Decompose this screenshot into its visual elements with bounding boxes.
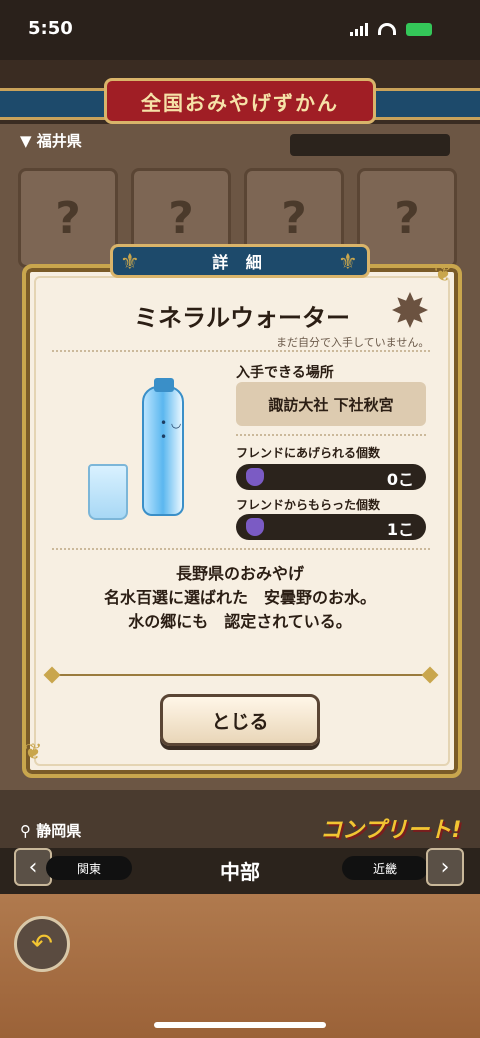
corner-ornament-icon: ❦: [434, 262, 453, 287]
give-count-label: フレンドにあげられる個数: [236, 446, 381, 460]
item-description: 長野県のおみやげ 名水百選に選ばれた 安曇野のお水。 水の郷にも 認定されている…: [40, 562, 440, 634]
description-line: 長野県のおみやげ: [175, 564, 304, 583]
page-title: 全国おみやげずかん: [104, 78, 376, 124]
complete-label: コンプリート!: [320, 818, 462, 843]
place-value: 諏訪大社 下社秋宮: [236, 382, 426, 426]
item-name: ミネラルウォーター: [134, 304, 350, 332]
dotted-divider: [52, 548, 430, 550]
water-glass-icon: [88, 464, 128, 520]
battery-icon: [406, 22, 432, 36]
mineral-water-image: • ◡ •: [88, 378, 192, 522]
chevron-left-icon: ‹: [28, 854, 38, 880]
obtained-count-box: [290, 134, 450, 156]
give-count-value: 0こ: [386, 470, 414, 489]
wifi-icon: [378, 23, 396, 35]
received-count-label: フレンドからもらった個数: [236, 498, 381, 512]
chevron-right-icon: ›: [440, 854, 450, 880]
description-line: 名水百選に選ばれた 安曇野のお水。: [103, 588, 376, 607]
home-indicator[interactable]: [154, 1022, 326, 1028]
dotted-divider: [52, 350, 430, 352]
cellular-signal-icon: [350, 22, 368, 36]
dotted-divider: [236, 434, 426, 436]
description-line: 水の郷にも 認定されている。: [128, 612, 352, 631]
fleur-ornament-icon: ⚜: [338, 250, 358, 275]
prefecture-label-top: ▼ 福井県: [20, 132, 82, 150]
pouch-icon: [246, 468, 264, 486]
current-region-label: 中部: [220, 859, 260, 884]
pouch-icon: [246, 518, 264, 536]
fleur-ornament-icon: ⚜: [120, 250, 140, 275]
footer: [0, 894, 480, 1038]
prefecture-label-bottom: ⚲ 静岡県: [20, 822, 82, 840]
return-arrow-icon: ↶: [31, 929, 53, 959]
close-button[interactable]: とじる: [160, 694, 320, 746]
prev-region-label[interactable]: 関東: [46, 856, 132, 880]
modal-header: 詳 細: [110, 244, 370, 278]
status-icons: [350, 22, 432, 36]
souvenir-tile[interactable]: ?: [357, 168, 457, 268]
status-time: 5:50: [28, 18, 73, 39]
next-region-button[interactable]: ›: [426, 848, 464, 886]
give-count-bar: 0こ: [236, 464, 426, 490]
souvenir-tile[interactable]: ?: [18, 168, 118, 268]
corner-ornament-icon: ❦: [24, 740, 43, 765]
next-region-label[interactable]: 近畿: [342, 856, 428, 880]
water-bottle-icon: • ◡ •: [142, 378, 184, 516]
ornate-divider: [52, 674, 430, 676]
received-count-bar: 1こ: [236, 514, 426, 540]
not-obtained-note: まだ自分で入手していません。: [276, 336, 430, 349]
back-button[interactable]: ↶: [14, 916, 70, 972]
place-label: 入手できる場所: [236, 365, 334, 381]
received-count-value: 1こ: [386, 520, 414, 539]
status-bar: 5:50: [0, 0, 480, 60]
